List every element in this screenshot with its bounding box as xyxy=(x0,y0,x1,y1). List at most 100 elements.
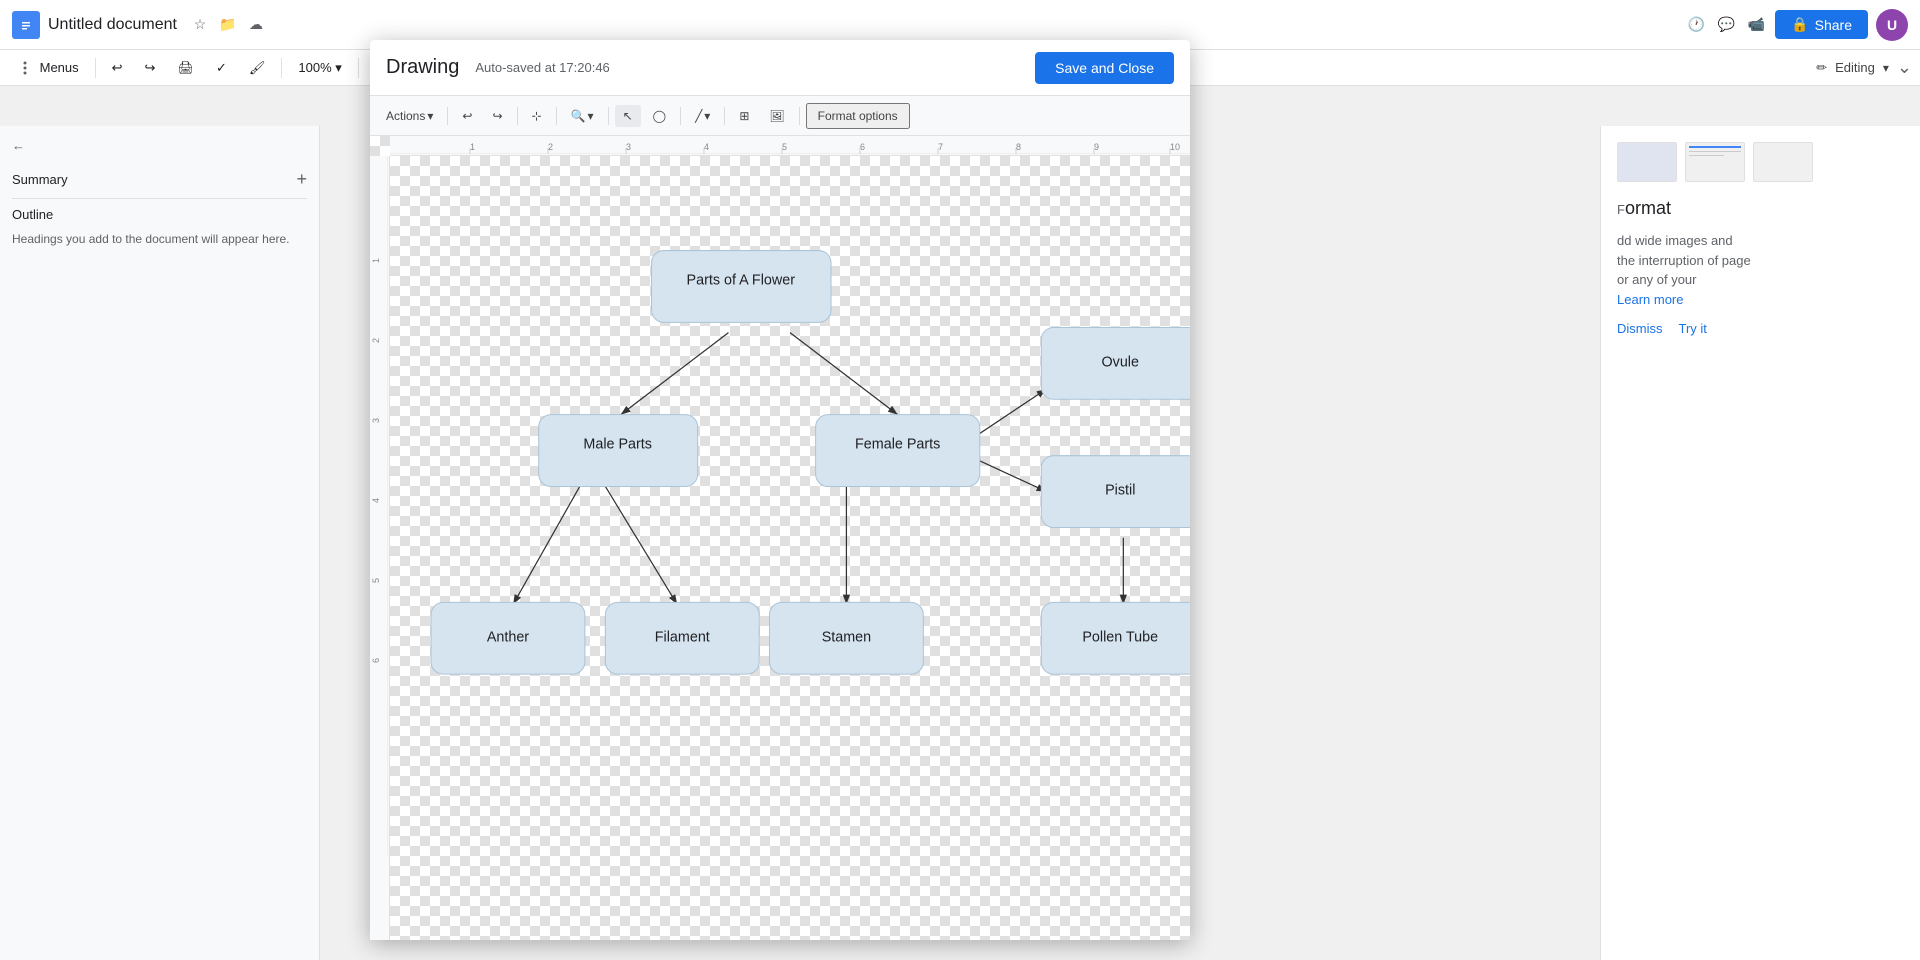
node-stamen-label: Stamen xyxy=(822,629,871,645)
drawing-canvas[interactable]: 1 2 3 4 5 6 7 8 9 10 xyxy=(370,136,1190,940)
line-chevron-icon: ▾ xyxy=(704,109,710,123)
line-male-anther xyxy=(513,486,580,604)
svg-text:4: 4 xyxy=(704,142,709,152)
line-male-filament xyxy=(605,486,677,604)
svg-text:1: 1 xyxy=(371,258,381,263)
image-icon: 🖼 xyxy=(769,109,784,123)
menu-redo[interactable]: ↪ xyxy=(135,56,166,80)
menu-menus[interactable]: Menus xyxy=(8,56,89,80)
learn-more-link[interactable]: Learn more xyxy=(1617,292,1683,307)
node-pistil-label: Pistil xyxy=(1105,483,1135,499)
star-icon[interactable]: ☆ xyxy=(189,14,211,36)
user-avatar[interactable]: U xyxy=(1876,9,1908,41)
document-title-area: Untitled document xyxy=(48,16,177,34)
undo-btn[interactable]: ↩ xyxy=(454,105,480,127)
svg-text:3: 3 xyxy=(371,418,381,423)
try-it-btn[interactable]: Try it xyxy=(1679,321,1707,336)
zoom-icon: 🔍 xyxy=(571,109,586,123)
dt-divider-2 xyxy=(517,107,518,125)
undo-icon: ↩ xyxy=(462,109,472,123)
redo-btn[interactable]: ↪ xyxy=(484,105,510,127)
diagram-svg[interactable]: Parts of A Flower Male Parts Female Part… xyxy=(390,156,1190,940)
line-female-pistil xyxy=(980,461,1047,492)
line-root-female xyxy=(790,333,898,415)
svg-text:5: 5 xyxy=(782,142,787,152)
svg-text:1: 1 xyxy=(470,142,475,152)
svg-text:6: 6 xyxy=(371,658,381,663)
node-male-label: Male Parts xyxy=(583,437,652,453)
thumbnail-row xyxy=(1617,142,1904,182)
history-icon[interactable]: 🕐 xyxy=(1685,14,1707,36)
thumb-3[interactable] xyxy=(1753,142,1813,182)
svg-text:7: 7 xyxy=(938,142,943,152)
video-icon[interactable]: 📹 xyxy=(1745,14,1767,36)
line-btn[interactable]: ╱ ▾ xyxy=(687,105,718,127)
node-ovule-label: Ovule xyxy=(1102,354,1139,370)
image-btn[interactable]: 🖼 xyxy=(761,105,792,127)
outline-hint: Headings you add to the document will ap… xyxy=(12,230,307,248)
line-root-male xyxy=(621,333,729,415)
thumb-2[interactable] xyxy=(1685,142,1745,182)
dt-divider-3 xyxy=(556,107,557,125)
menu-zoom[interactable]: 100% ▾ xyxy=(288,56,351,80)
menu-print[interactable]: 🖨 xyxy=(167,56,204,80)
right-panel-description: dd wide images and the interruption of p… xyxy=(1617,231,1904,309)
dismiss-btn[interactable]: Dismiss xyxy=(1617,321,1663,336)
frame-btn[interactable]: ⊞ xyxy=(731,105,757,127)
right-panel: Format dd wide images and the interrupti… xyxy=(1600,126,1920,960)
svg-text:5: 5 xyxy=(371,578,381,583)
editing-icon: ✏ xyxy=(1816,60,1827,76)
node-root-label: Parts of A Flower xyxy=(687,272,796,288)
document-title[interactable]: Untitled document xyxy=(48,16,177,34)
circle-icon: ◯ xyxy=(653,109,666,123)
pointer-btn[interactable]: ↖ xyxy=(615,105,641,127)
drawing-title: Drawing xyxy=(386,56,459,79)
left-sidebar: ← Summary + Outline Headings you add to … xyxy=(0,126,320,960)
drawing-header: Drawing Auto-saved at 17:20:46 Save and … xyxy=(370,40,1190,96)
select-all-icon: ⊹ xyxy=(532,109,542,123)
folder-icon[interactable]: 📁 xyxy=(217,14,239,36)
line-female-ovule xyxy=(969,389,1046,440)
thumb-1[interactable] xyxy=(1617,142,1677,182)
add-summary-btn[interactable]: + xyxy=(296,169,307,190)
dt-divider-6 xyxy=(724,107,725,125)
menu-divider-1 xyxy=(95,58,96,78)
save-close-button[interactable]: Save and Close xyxy=(1035,52,1174,84)
ruler-top: 1 2 3 4 5 6 7 8 9 10 xyxy=(390,136,1190,156)
share-button[interactable]: 🔒 Share xyxy=(1775,10,1868,39)
pointer-icon: ↖ xyxy=(623,109,633,123)
actions-dropdown[interactable]: Actions ▾ xyxy=(378,105,441,127)
top-bar-icon-group: ☆ 📁 ☁ xyxy=(189,14,267,36)
right-panel-title: Format xyxy=(1617,198,1904,219)
collapse-sidebar-btn[interactable]: ⌄ xyxy=(1897,57,1912,78)
svg-text:10: 10 xyxy=(1170,142,1180,152)
cloud-icon[interactable]: ☁ xyxy=(245,14,267,36)
menu-paint[interactable]: 🖌 xyxy=(239,56,276,80)
zoom-btn[interactable]: 🔍 ▾ xyxy=(563,105,602,127)
node-anther-label: Anther xyxy=(487,629,529,645)
svg-text:8: 8 xyxy=(1016,142,1021,152)
svg-text:2: 2 xyxy=(371,338,381,343)
format-options-btn[interactable]: Format options xyxy=(806,103,910,129)
line-icon: ╱ xyxy=(695,109,702,123)
editing-dropdown[interactable]: ▾ xyxy=(1883,61,1889,75)
svg-text:9: 9 xyxy=(1094,142,1099,152)
menu-undo[interactable]: ↩ xyxy=(102,56,133,80)
menu-divider-2 xyxy=(281,58,282,78)
top-bar-right: 🕐 💬 📹 🔒 Share U xyxy=(1685,9,1908,41)
circle-btn[interactable]: ◯ xyxy=(645,105,674,127)
comment-icon[interactable]: 💬 xyxy=(1715,14,1737,36)
autosaved-text: Auto-saved at 17:20:46 xyxy=(475,60,609,75)
node-female-label: Female Parts xyxy=(855,437,940,453)
svg-text:4: 4 xyxy=(371,498,381,503)
select-all-btn[interactable]: ⊹ xyxy=(524,105,550,127)
back-icon: ← xyxy=(12,138,25,153)
sidebar-back-btn[interactable]: ← xyxy=(12,138,307,153)
right-panel-actions: Dismiss Try it xyxy=(1617,321,1904,336)
sidebar-divider xyxy=(12,198,307,199)
drawing-modal: Drawing Auto-saved at 17:20:46 Save and … xyxy=(370,40,1190,940)
menu-spellcheck[interactable]: ✓ xyxy=(206,56,237,80)
dt-divider-7 xyxy=(799,107,800,125)
svg-text:6: 6 xyxy=(860,142,865,152)
frame-icon: ⊞ xyxy=(739,109,749,123)
